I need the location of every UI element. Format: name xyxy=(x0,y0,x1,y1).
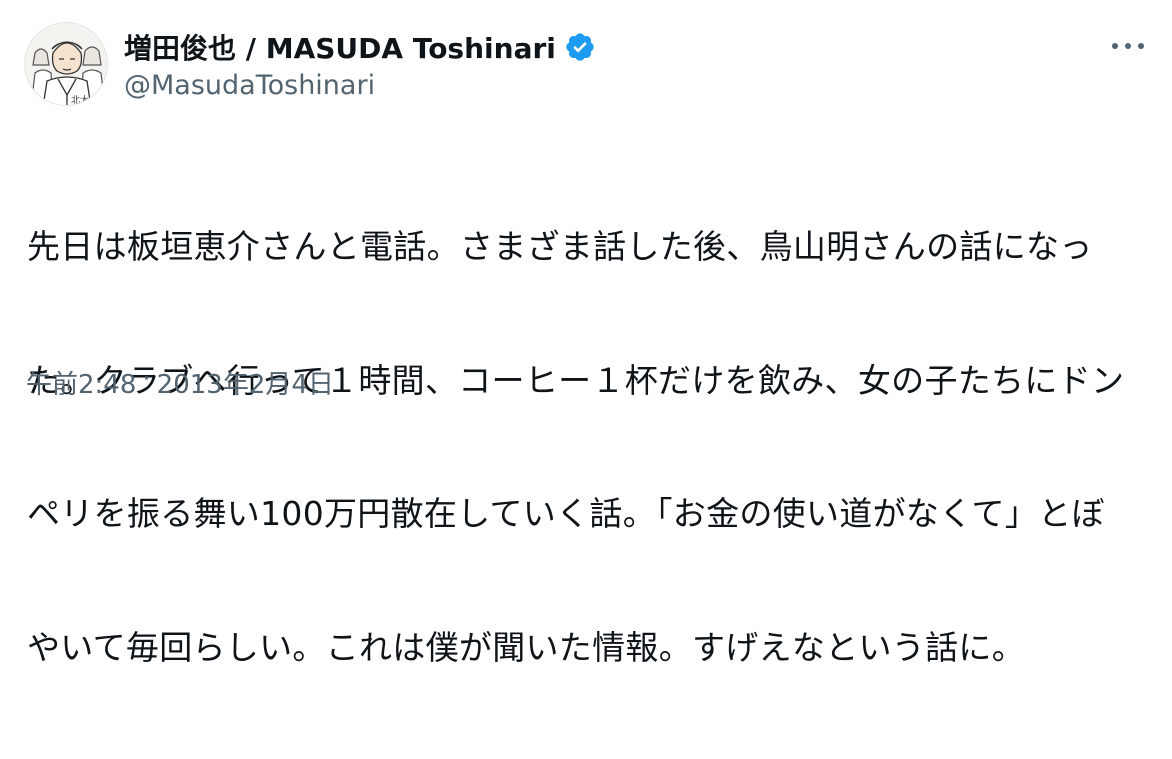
more-horizontal-icon xyxy=(1112,43,1144,49)
meta-separator: · xyxy=(142,364,151,394)
avatar-illustration: 北大 xyxy=(25,23,107,106)
tweet-text-line: やいて毎回らしい。これは僕が聞いた情報。すげえなという話に。 xyxy=(27,627,1026,667)
more-options-button[interactable] xyxy=(1108,32,1148,60)
author-handle[interactable]: @MasudaToshinari xyxy=(124,70,375,101)
tweet-time-link[interactable]: 午前2:48 xyxy=(26,364,136,401)
tweet-text: 先日は板垣恵介さんと電話。さまざま話した後、鳥山明さんの話になっ た。クラブへ行… xyxy=(27,136,1157,759)
tweet-text-line: ペリを振る舞い100万円散在していく話。「お金の使い道がなくて」とぼ xyxy=(27,494,1105,533)
avatar[interactable]: 北大 xyxy=(24,22,108,106)
avatar-text: 北大 xyxy=(71,94,89,106)
tweet-timestamp: 午前2:48 · 2013年2月4日 xyxy=(26,364,334,401)
tweet-text-line: 先日は板垣恵介さんと電話。さまざま話した後、鳥山明さんの話になっ xyxy=(27,227,1093,266)
tweet-date-link[interactable]: 2013年2月4日 xyxy=(157,364,334,401)
author-display-name[interactable]: 増田俊也 / MASUDA Toshinari xyxy=(124,27,556,67)
author-name-row: 増田俊也 / MASUDA Toshinari xyxy=(124,27,596,67)
verified-badge-icon[interactable] xyxy=(564,31,596,63)
tweet-card: 北大 増田俊也 / MASUDA Toshinari @MasudaToshin… xyxy=(0,0,1172,667)
